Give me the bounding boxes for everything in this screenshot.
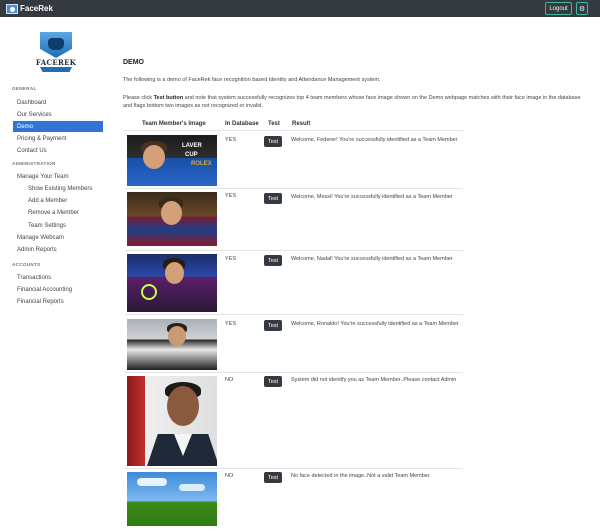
sidebar-item-team-settings[interactable]: Team Settings (28, 223, 66, 229)
instructions-text: Please click Test button and note that s… (123, 95, 581, 109)
test-button[interactable]: Test (264, 376, 282, 387)
test-button[interactable]: Test (264, 255, 282, 266)
in-database-value: NO (225, 377, 234, 383)
result-text: Welcome, Federer! You're successfully id… (291, 137, 458, 143)
crest-icon (48, 38, 64, 50)
in-database-value: YES (225, 137, 237, 143)
sidebar-item-dashboard[interactable]: Dashboard (13, 97, 103, 108)
result-text: Welcome, Nadal! You're successfully iden… (291, 256, 453, 262)
sidebar-item-pricing-payment[interactable]: Pricing & Payment (13, 133, 103, 144)
member-photo-1: LAVER CUP ROLEX (127, 135, 217, 186)
test-button[interactable]: Test (264, 320, 282, 331)
sidebar-item-show-existing-members[interactable]: Show Existing Members (28, 186, 92, 192)
sidebar-logo[interactable]: FACEREK (34, 32, 78, 76)
sidebar-item-manage-your-team[interactable]: Manage Your Team (17, 174, 69, 180)
photo-logo-text: LAVER (182, 143, 202, 149)
section-title-general: GENERAL (12, 86, 37, 91)
row-divider (125, 188, 463, 189)
in-database-value: YES (225, 256, 237, 262)
sidebar-item-contact-us[interactable]: Contact Us (13, 145, 103, 156)
sidebar-item-remove-member[interactable]: Remove a Member (28, 210, 79, 216)
result-text: Welcome, Ronaldo! You're successfully id… (291, 321, 459, 327)
sidebar-item-our-services[interactable]: Our Services (13, 109, 103, 120)
test-button[interactable]: Test (264, 472, 282, 483)
row-divider (125, 250, 463, 251)
row-divider (125, 468, 463, 469)
gear-icon[interactable]: ⚙ (576, 2, 588, 15)
main-content: DEMO The following is a demo of FaceRek … (118, 17, 600, 531)
in-database-value: YES (225, 193, 237, 199)
col-header-in-database: In Database (225, 121, 259, 127)
sidebar-item-financial-reports[interactable]: Financial Reports (17, 299, 64, 305)
in-database-value: YES (225, 321, 237, 327)
header-divider (125, 130, 463, 131)
col-header-result: Result (292, 121, 311, 127)
col-header-test: Test (268, 121, 280, 127)
result-text: System did not identify you as Team Memb… (291, 377, 457, 383)
photo-logo-text: CUP (185, 152, 198, 158)
result-text: No face detected in the image..Not a val… (291, 473, 430, 479)
top-navbar: FaceRek Logout ⚙ (0, 0, 600, 17)
result-text: Welcome, Messi! You're successfully iden… (291, 194, 453, 200)
sidebar-item-add-member[interactable]: Add a Member (28, 198, 67, 204)
member-photo-6 (127, 472, 217, 526)
row-divider (125, 314, 463, 315)
logo-text: FACEREK (35, 58, 77, 67)
brand-name: FaceRek (20, 4, 53, 13)
sidebar-item-demo[interactable]: Demo (13, 121, 103, 132)
test-button[interactable]: Test (264, 193, 282, 204)
col-header-image: Team Member's Image (142, 121, 206, 127)
row-divider (125, 372, 463, 373)
logout-button[interactable]: Logout (545, 2, 572, 15)
sidebar-item-transactions[interactable]: Transactions (17, 275, 51, 281)
in-database-value: NO (225, 473, 234, 479)
intro-text: The following is a demo of FaceRek face … (123, 77, 381, 83)
section-title-accounts: ACCOUNTS (12, 262, 41, 267)
logo-ribbon (40, 67, 72, 72)
member-photo-4 (127, 319, 217, 370)
brand-logo-icon (6, 3, 18, 14)
instructions-bold: Test button (153, 95, 184, 101)
member-photo-2 (127, 192, 217, 246)
test-button[interactable]: Test (264, 136, 282, 147)
sidebar-item-manage-webcam[interactable]: Manage Webcam (17, 235, 64, 241)
brand[interactable]: FaceRek (6, 3, 53, 14)
sidebar-item-financial-accounting[interactable]: Financial Accounting (17, 287, 72, 293)
member-photo-3 (127, 254, 217, 312)
sidebar: FACEREK GENERAL Dashboard Our Services D… (0, 17, 106, 531)
photo-logo-text: ROLEX (191, 161, 212, 167)
page-title: DEMO (123, 59, 144, 66)
sidebar-item-admin-reports[interactable]: Admin Reports (17, 247, 57, 253)
section-title-administration: ADMINISTRATION (12, 161, 56, 166)
member-photo-5 (127, 376, 217, 466)
